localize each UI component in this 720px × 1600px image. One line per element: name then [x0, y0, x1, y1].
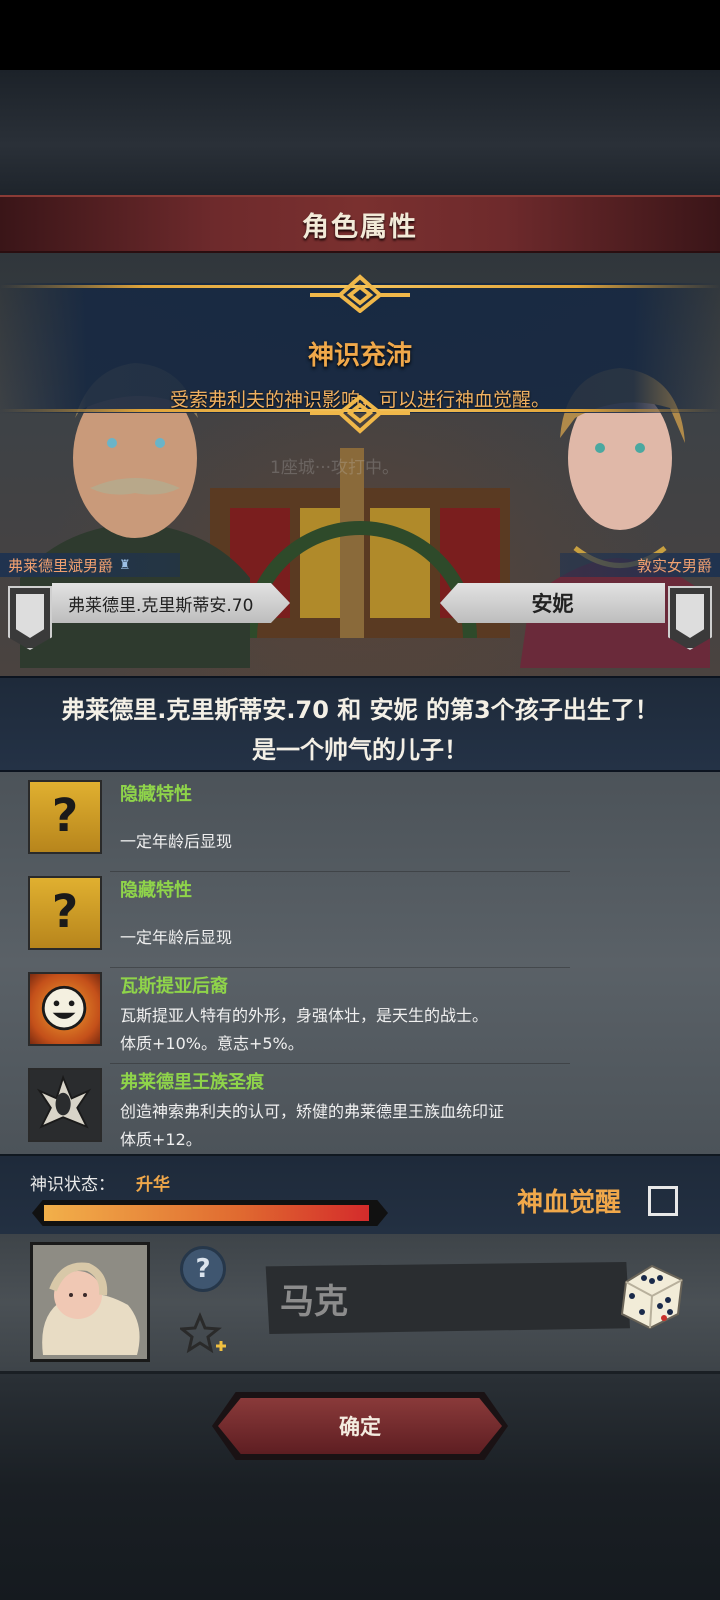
trait-description: 瓦斯提亚人特有的外形，身强体壮，是天生的战士。	[120, 1006, 489, 1025]
trait-description: 一定年龄后显现	[120, 928, 233, 947]
awaken-label: 神血觉醒	[517, 1188, 622, 1218]
birth-message: 弗莱德里.克里斯蒂安.70 和 安妮 的第3个孩子出生了！	[61, 696, 659, 724]
trait-bonus: 体质+12。	[120, 1130, 202, 1149]
trait-name: 隐藏特性	[120, 880, 192, 901]
divine-status-bar: 神识状态： 升华 神血觉醒	[0, 1154, 720, 1234]
trait-name: 瓦斯提亚后裔	[120, 976, 228, 997]
divine-status-label: 神识状态：	[30, 1175, 115, 1195]
question-mark-icon: ?	[28, 876, 102, 950]
background-top	[0, 70, 720, 195]
trait-description: 一定年龄后显现	[120, 832, 233, 851]
footer: 确定	[0, 1374, 720, 1600]
trait-name: 隐藏特性	[120, 784, 192, 805]
question-mark-icon: ?	[28, 780, 102, 854]
mother-rank-label: 敦实女男爵	[636, 556, 712, 575]
royal-stigma-icon	[28, 1068, 102, 1142]
divine-progress-bar	[32, 1200, 388, 1226]
birth-announcement: 弗莱德里.克里斯蒂安.70 和 安妮 的第3个孩子出生了！ 是一个帅气的儿子！	[0, 676, 720, 772]
awaken-checkbox[interactable]	[648, 1186, 678, 1216]
father-name-plate[interactable]: 弗莱德里.克里斯蒂安.70	[52, 583, 290, 623]
divine-progress-fill	[44, 1205, 369, 1221]
trait-item[interactable]: ? 隐藏特性 一定年龄后显现	[0, 872, 720, 968]
help-icon[interactable]: ?	[180, 1246, 226, 1292]
confirm-button[interactable]: 确定	[218, 1398, 502, 1454]
mother-pennant-icon[interactable]	[668, 586, 712, 650]
child-name-input[interactable]	[280, 1272, 610, 1324]
svg-text:?: ?	[52, 789, 78, 842]
child-name-field[interactable]	[265, 1262, 630, 1334]
child-panel: ?	[0, 1234, 720, 1374]
mother-name: 安妮	[531, 592, 574, 616]
father-rank-label: 弗莱德里斌男爵	[8, 556, 114, 575]
status-bar-area	[0, 0, 720, 70]
mother-name-plate[interactable]: 安妮	[440, 583, 665, 623]
ornament-knot-icon	[310, 274, 410, 313]
birth-gender-message: 是一个帅气的儿子！	[252, 736, 468, 764]
mother-rank: 敦实女男爵	[560, 553, 720, 577]
add-star-icon[interactable]	[180, 1310, 228, 1358]
trait-item[interactable]: ? 隐藏特性 一定年龄后显现	[0, 776, 720, 872]
awakening-notice: 神识充沛 受索弗利夫的神识影响，可以进行神血觉醒。	[0, 274, 720, 434]
crown-icon: ♜	[119, 557, 131, 573]
father-rank: 弗莱德里斌男爵 ♜	[0, 553, 180, 577]
father-name: 弗莱德里.克里斯蒂安.70	[68, 595, 254, 616]
baby-portrait	[30, 1242, 150, 1362]
divine-status-value: 升华	[136, 1175, 170, 1195]
ornament-knot-icon	[310, 395, 410, 434]
smiling-sun-icon	[28, 972, 102, 1046]
trait-description: 创造神索弗利夫的认可，矫健的弗莱德里王族血统印证	[120, 1102, 505, 1121]
header-bar: 角色属性	[0, 195, 720, 253]
page-title: 角色属性	[302, 211, 418, 243]
notice-title: 神识充沛	[307, 341, 412, 371]
trait-bonus: 体质+10%。意志+5%。	[120, 1034, 304, 1053]
parents-scene: 1座城···攻打中。 神识充沛 受索弗利夫的神识影响，可以进行神血觉醒。 弗莱德…	[0, 253, 720, 676]
random-dice-icon[interactable]	[612, 1254, 692, 1334]
trait-item[interactable]: 瓦斯提亚后裔 瓦斯提亚人特有的外形，身强体壮，是天生的战士。 体质+10%。意志…	[0, 968, 720, 1064]
trait-item[interactable]: 弗莱德里王族圣痕 创造神索弗利夫的认可，矫健的弗莱德里王族血统印证 体质+12。	[0, 1064, 720, 1160]
background-status-text: 1座城···攻打中。	[270, 458, 400, 478]
svg-text:?: ?	[52, 885, 78, 938]
traits-list: ? 隐藏特性 一定年龄后显现 ? 隐藏特性 一定年龄后显现 瓦斯提亚后裔 瓦斯提…	[0, 772, 720, 1154]
trait-name: 弗莱德里王族圣痕	[120, 1072, 264, 1093]
father-pennant-icon[interactable]	[8, 586, 52, 650]
